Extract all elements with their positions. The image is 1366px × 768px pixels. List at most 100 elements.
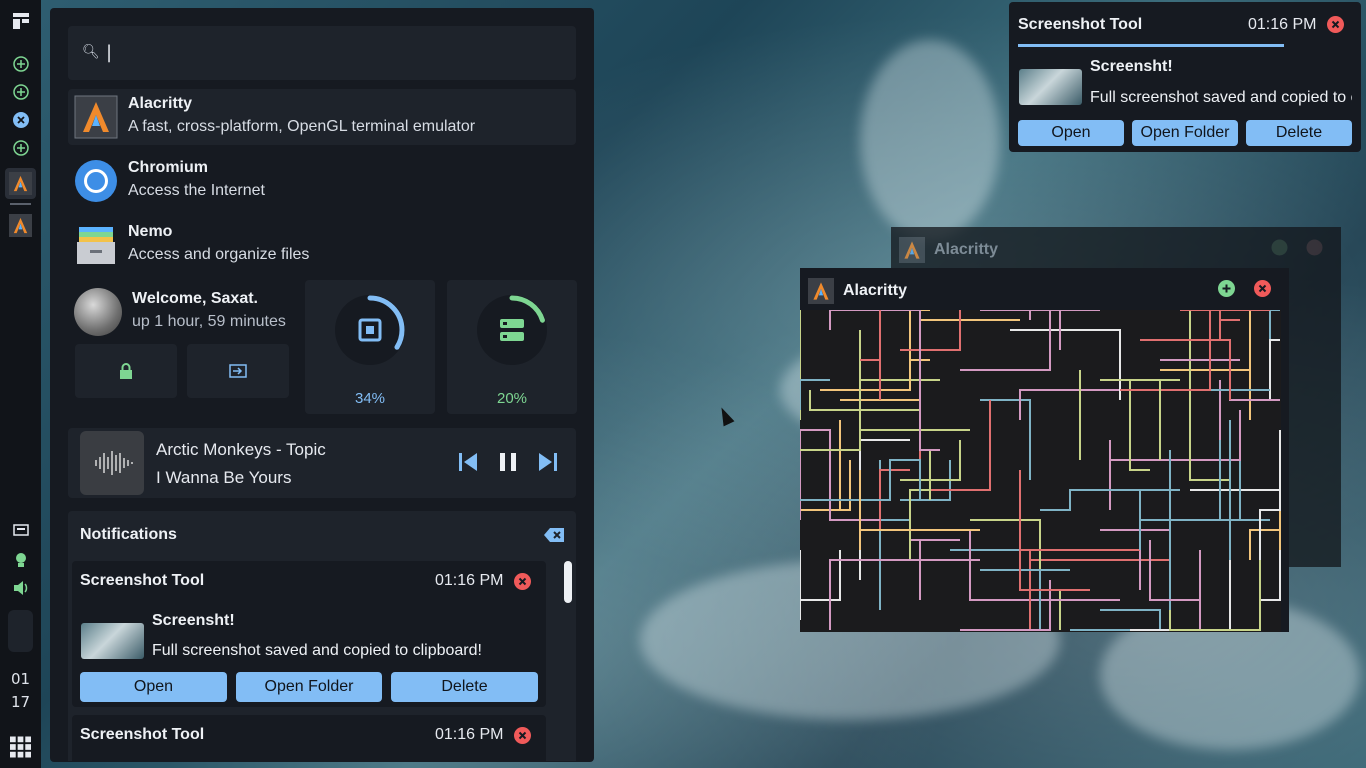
- notification-popup: Screenshot Tool 01:16 PM Screensht! Full…: [1009, 2, 1361, 152]
- alacritty-icon: [74, 95, 118, 139]
- nemo-icon: [77, 227, 115, 264]
- pipe-segment: [1120, 310, 1270, 391]
- search-icon: 🔍︎: [82, 44, 100, 60]
- network-icon[interactable]: [10, 520, 31, 541]
- notification-app: Screenshot Tool: [80, 572, 205, 589]
- lock-button[interactable]: [75, 344, 177, 398]
- pipe-segment: [1149, 540, 1201, 630]
- close-icon[interactable]: [1327, 16, 1344, 33]
- ram-gauge: 20%: [447, 280, 577, 414]
- cpu-percent: 34%: [354, 390, 386, 407]
- track-artist: Arctic Monkeys - Topic: [156, 440, 326, 459]
- taskbar-alacritty[interactable]: [5, 210, 36, 241]
- pipes-animation: [800, 310, 1281, 631]
- search-box[interactable]: 🔍︎ |: [68, 26, 576, 80]
- logout-button[interactable]: [187, 344, 289, 398]
- close-icon[interactable]: [514, 573, 531, 590]
- app-item-chromium[interactable]: Chromium Access the Internet: [68, 153, 576, 209]
- screenshot-thumbnail: [81, 623, 144, 659]
- app-item-alacritty[interactable]: Alacritty A fast, cross-platform, OpenGL…: [68, 89, 576, 145]
- divider: [10, 203, 31, 205]
- workspace-active-icon[interactable]: [10, 109, 31, 130]
- notification-heading: Screensht!: [152, 612, 235, 629]
- search-input[interactable]: |: [106, 42, 112, 63]
- clock-hour: 01: [10, 670, 31, 688]
- logout-icon: [229, 364, 247, 378]
- clock-minute: 17: [10, 693, 31, 711]
- alacritty-icon: [899, 237, 925, 263]
- notification-card: Screenshot Tool 01:16 PM Screensht! Full…: [72, 561, 546, 707]
- notification-center: Notifications Screenshot Tool 01:16 PM S…: [68, 511, 576, 761]
- workspace-4-icon[interactable]: [10, 137, 31, 158]
- app-description: Access the Internet: [128, 182, 265, 199]
- close-icon[interactable]: [514, 727, 531, 744]
- pipe-segment: [1139, 440, 1221, 550]
- workspace-1-icon[interactable]: [10, 53, 31, 74]
- pipe-segment: [820, 310, 911, 391]
- clear-notifications-icon[interactable]: [544, 528, 564, 542]
- uptime-text: up 1 hour, 59 minutes: [132, 313, 286, 330]
- pipe-segment: [1109, 440, 1220, 510]
- pipe-segment: [1190, 489, 1281, 601]
- scrollbar[interactable]: [564, 561, 572, 603]
- open-button[interactable]: Open: [1018, 120, 1124, 146]
- notification-time: 01:16 PM: [1248, 16, 1317, 33]
- ram-gauge-ring: [477, 295, 547, 365]
- delete-button[interactable]: Delete: [1246, 120, 1352, 146]
- alacritty-window[interactable]: Alacritty: [800, 268, 1289, 632]
- side-bar: 01 17: [0, 0, 41, 768]
- notification-app: Screenshot Tool: [1018, 16, 1143, 33]
- pipe-segment: [950, 549, 1050, 580]
- workspace-2-icon[interactable]: [10, 81, 31, 102]
- app-name: Nemo: [128, 223, 173, 240]
- pause-icon[interactable]: [496, 450, 520, 474]
- open-folder-button[interactable]: Open Folder: [236, 672, 382, 702]
- previous-track-icon[interactable]: [456, 450, 480, 474]
- user-card: Welcome, Saxat. up 1 hour, 59 minutes: [68, 280, 296, 414]
- pipe-segment: [860, 310, 881, 400]
- pipe-segment: [879, 460, 910, 610]
- app-description: A fast, cross-platform, OpenGL terminal …: [128, 118, 476, 135]
- pipe-segment: [970, 519, 1061, 630]
- app-menu-icon[interactable]: [10, 10, 31, 31]
- window-title: Alacritty: [843, 282, 908, 299]
- close-icon[interactable]: [1306, 239, 1323, 256]
- app-name: Chromium: [128, 159, 208, 176]
- app-item-nemo[interactable]: Nemo Access and organize files: [68, 217, 576, 273]
- pipe-segment: [859, 330, 940, 381]
- open-button[interactable]: Open: [80, 672, 227, 702]
- app-description: Access and organize files: [128, 246, 310, 263]
- pipe-segment: [980, 310, 1031, 320]
- apps-grid-icon[interactable]: [10, 736, 31, 757]
- volume-icon[interactable]: [10, 577, 31, 598]
- alacritty-icon: [808, 278, 834, 304]
- pipe-segment: [1249, 490, 1281, 560]
- notification-time: 01:16 PM: [435, 726, 504, 743]
- close-icon[interactable]: [1254, 280, 1271, 297]
- notification-heading: Screensht!: [1090, 58, 1173, 75]
- terminal-output[interactable]: [800, 310, 1281, 632]
- notification-body: Full screenshot saved and copied to clip…: [1090, 89, 1352, 106]
- brightness-icon[interactable]: [10, 549, 31, 570]
- pipe-segment: [1130, 480, 1231, 631]
- app-name: Alacritty: [128, 95, 193, 112]
- open-folder-button[interactable]: Open Folder: [1132, 120, 1238, 146]
- pipe-segment: [980, 399, 1031, 480]
- mouse-cursor: [716, 404, 735, 427]
- chromium-icon: [75, 160, 117, 202]
- pipe-segment: [1019, 389, 1120, 420]
- window-title: Alacritty: [934, 241, 999, 258]
- notifications-title: Notifications: [80, 526, 177, 543]
- wallpaper-foam: [860, 40, 1000, 240]
- maximize-icon[interactable]: [1271, 239, 1288, 256]
- pipe-segment: [960, 580, 1051, 631]
- taskbar-alacritty-active[interactable]: [5, 168, 36, 199]
- track-title: I Wanna Be Yours: [156, 468, 292, 487]
- pipe-segment: [1129, 379, 1180, 471]
- pipe-segment: [859, 409, 970, 431]
- screenshot-thumbnail: [1019, 69, 1082, 105]
- delete-button[interactable]: Delete: [391, 672, 538, 702]
- maximize-icon[interactable]: [1218, 280, 1235, 297]
- notification-time: 01:16 PM: [435, 572, 504, 589]
- next-track-icon[interactable]: [536, 450, 560, 474]
